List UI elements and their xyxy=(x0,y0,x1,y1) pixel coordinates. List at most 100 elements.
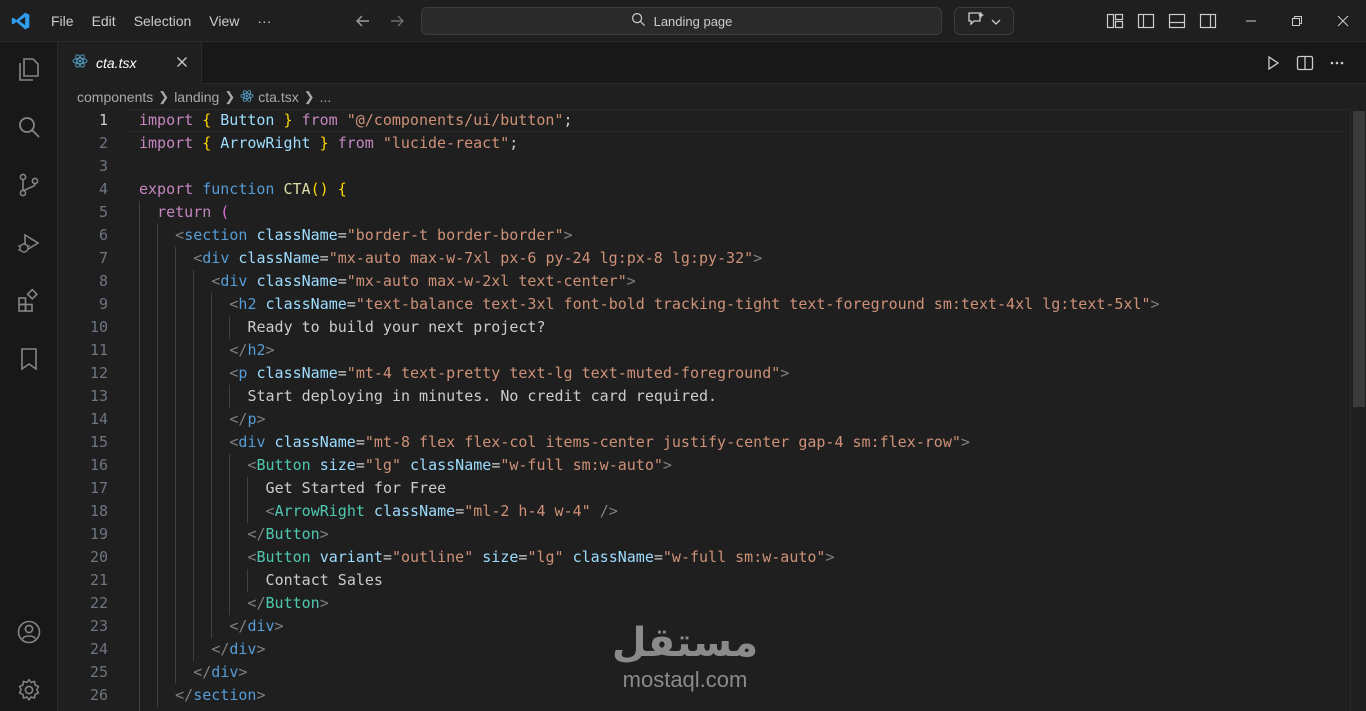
run-and-debug-icon[interactable] xyxy=(13,227,45,259)
code-token: return xyxy=(157,203,212,221)
menu-view[interactable]: View xyxy=(200,7,248,35)
code-line[interactable]: 22 </Button> xyxy=(58,592,1348,615)
copilot-chat-button[interactable] xyxy=(954,7,1014,35)
more-actions-icon[interactable] xyxy=(1326,52,1348,74)
search-icon xyxy=(631,12,646,31)
code-line[interactable]: 1 import { Button } from "@/components/ui… xyxy=(58,109,1348,132)
code-line[interactable]: 4 export function CTA() { xyxy=(58,178,1348,201)
code-line[interactable]: 17 Get Started for Free xyxy=(58,477,1348,500)
toggle-secondary-sidebar-icon[interactable] xyxy=(1197,10,1219,32)
code-line[interactable]: 7 <div className="mx-auto max-w-7xl px-6 … xyxy=(58,247,1348,270)
code-line[interactable]: 13 Start deploying in minutes. No credit … xyxy=(58,385,1348,408)
customize-layout-icon[interactable] xyxy=(1104,10,1126,32)
code-token: function xyxy=(202,180,275,198)
account-icon[interactable] xyxy=(13,616,45,648)
settings-gear-icon[interactable] xyxy=(13,674,45,706)
search-text: Landing page xyxy=(653,13,733,29)
line-number: 11 xyxy=(89,341,108,359)
menu-edit[interactable]: Edit xyxy=(83,7,125,35)
code-token: import xyxy=(139,134,194,152)
code-line[interactable]: 14 </p> xyxy=(58,408,1348,431)
code-line[interactable]: 11 </h2> xyxy=(58,339,1348,362)
indent-guide xyxy=(175,362,177,385)
editor-scrollbar[interactable] xyxy=(1350,109,1366,711)
close-window-icon[interactable] xyxy=(1320,0,1366,42)
code-token: > xyxy=(825,548,835,566)
chevron-down-icon xyxy=(991,12,1001,31)
code-token: section xyxy=(193,686,257,704)
code-token: div xyxy=(247,617,275,635)
explorer-icon[interactable] xyxy=(13,53,45,85)
code-line[interactable]: 20 <Button variant="outline" size="lg" cl… xyxy=(58,546,1348,569)
code-line[interactable]: 2 import { ArrowRight } from "lucide-reac… xyxy=(58,132,1348,155)
breadcrumb-components[interactable]: components xyxy=(77,89,153,105)
vscode-logo-icon[interactable] xyxy=(0,0,42,42)
indent-guide xyxy=(193,385,195,408)
code-token: "w-full sm:w-auto" xyxy=(662,548,826,566)
code-line[interactable]: 8 <div className="mx-auto max-w-2xl text-… xyxy=(58,270,1348,293)
chat-sparkle-icon xyxy=(967,11,985,31)
code-line[interactable]: 18 <ArrowRight className="ml-2 h-4 w-4" /… xyxy=(58,500,1348,523)
indent-guide xyxy=(193,477,195,500)
code-token: className xyxy=(238,249,320,267)
code-line[interactable]: 27) xyxy=(58,707,1348,711)
indent-guide xyxy=(175,477,177,500)
restore-icon[interactable] xyxy=(1274,0,1320,42)
code-text: Contact Sales xyxy=(266,569,383,592)
indent-guide xyxy=(193,523,195,546)
code-token: </ xyxy=(193,663,212,681)
scrollbar-thumb[interactable] xyxy=(1353,111,1365,407)
indent-guide xyxy=(157,270,159,293)
code-line[interactable]: 10 Ready to build your next project? xyxy=(58,316,1348,339)
menu-selection[interactable]: Selection xyxy=(125,7,201,35)
indent-guide xyxy=(193,500,195,523)
code-line[interactable]: 6 <section className="border-t border-bor… xyxy=(58,224,1348,247)
indent-guide xyxy=(157,638,159,661)
code-text: import { Button } from "@/components/ui/… xyxy=(139,109,573,132)
command-center-search[interactable]: Landing page xyxy=(421,7,942,35)
source-control-icon[interactable] xyxy=(13,169,45,201)
breadcrumb-symbol[interactable]: ... xyxy=(320,89,332,105)
editor-tab-bar: cta.tsx xyxy=(58,42,1366,84)
code-token: > xyxy=(960,433,970,451)
run-icon[interactable] xyxy=(1262,52,1284,74)
code-text: <div className="mx-auto max-w-2xl text-c… xyxy=(211,270,635,293)
indent-guide xyxy=(157,661,159,684)
close-icon[interactable] xyxy=(173,54,191,72)
code-token: = xyxy=(491,456,501,474)
breadcrumb-landing[interactable]: landing xyxy=(174,89,219,105)
breadcrumb-file[interactable]: cta.tsx xyxy=(258,89,298,105)
line-number: 4 xyxy=(98,180,108,198)
code-line[interactable]: 12 <p className="mt-4 text-pretty text-lg… xyxy=(58,362,1348,385)
menu-file[interactable]: File xyxy=(42,7,83,35)
tab-cta-tsx[interactable]: cta.tsx xyxy=(58,42,202,84)
code-token: > xyxy=(265,341,275,359)
minimize-icon[interactable] xyxy=(1228,0,1274,42)
search-icon[interactable] xyxy=(13,111,45,143)
code-line[interactable]: 3 xyxy=(58,155,1348,178)
indent-guide xyxy=(229,385,231,408)
indent-guide xyxy=(139,431,140,454)
toggle-panel-icon[interactable] xyxy=(1166,10,1188,32)
code-line[interactable]: 19 </Button> xyxy=(58,523,1348,546)
code-line[interactable]: 5 return ( xyxy=(58,201,1348,224)
code-text: import { ArrowRight } from "lucide-react… xyxy=(139,132,518,155)
indent-guide xyxy=(139,224,140,247)
split-editor-icon[interactable] xyxy=(1294,52,1316,74)
indent-guide xyxy=(157,684,159,707)
forward-arrow-icon[interactable] xyxy=(384,8,410,34)
code-token: = xyxy=(382,548,392,566)
menu-more[interactable]: ··· xyxy=(248,7,280,35)
indent-guide xyxy=(175,615,177,638)
toggle-primary-sidebar-icon[interactable] xyxy=(1135,10,1157,32)
back-arrow-icon[interactable] xyxy=(350,8,376,34)
code-line[interactable]: 21 Contact Sales xyxy=(58,569,1348,592)
code-line[interactable]: 15 <div className="mt-8 flex flex-col ite… xyxy=(58,431,1348,454)
bookmark-icon[interactable] xyxy=(13,343,45,375)
chevron-right-icon: ❯ xyxy=(303,89,315,104)
extensions-icon[interactable] xyxy=(13,285,45,317)
code-line[interactable]: 9 <h2 className="text-balance text-3xl fo… xyxy=(58,293,1348,316)
code-line[interactable]: 16 <Button size="lg" className="w-full sm… xyxy=(58,454,1348,477)
